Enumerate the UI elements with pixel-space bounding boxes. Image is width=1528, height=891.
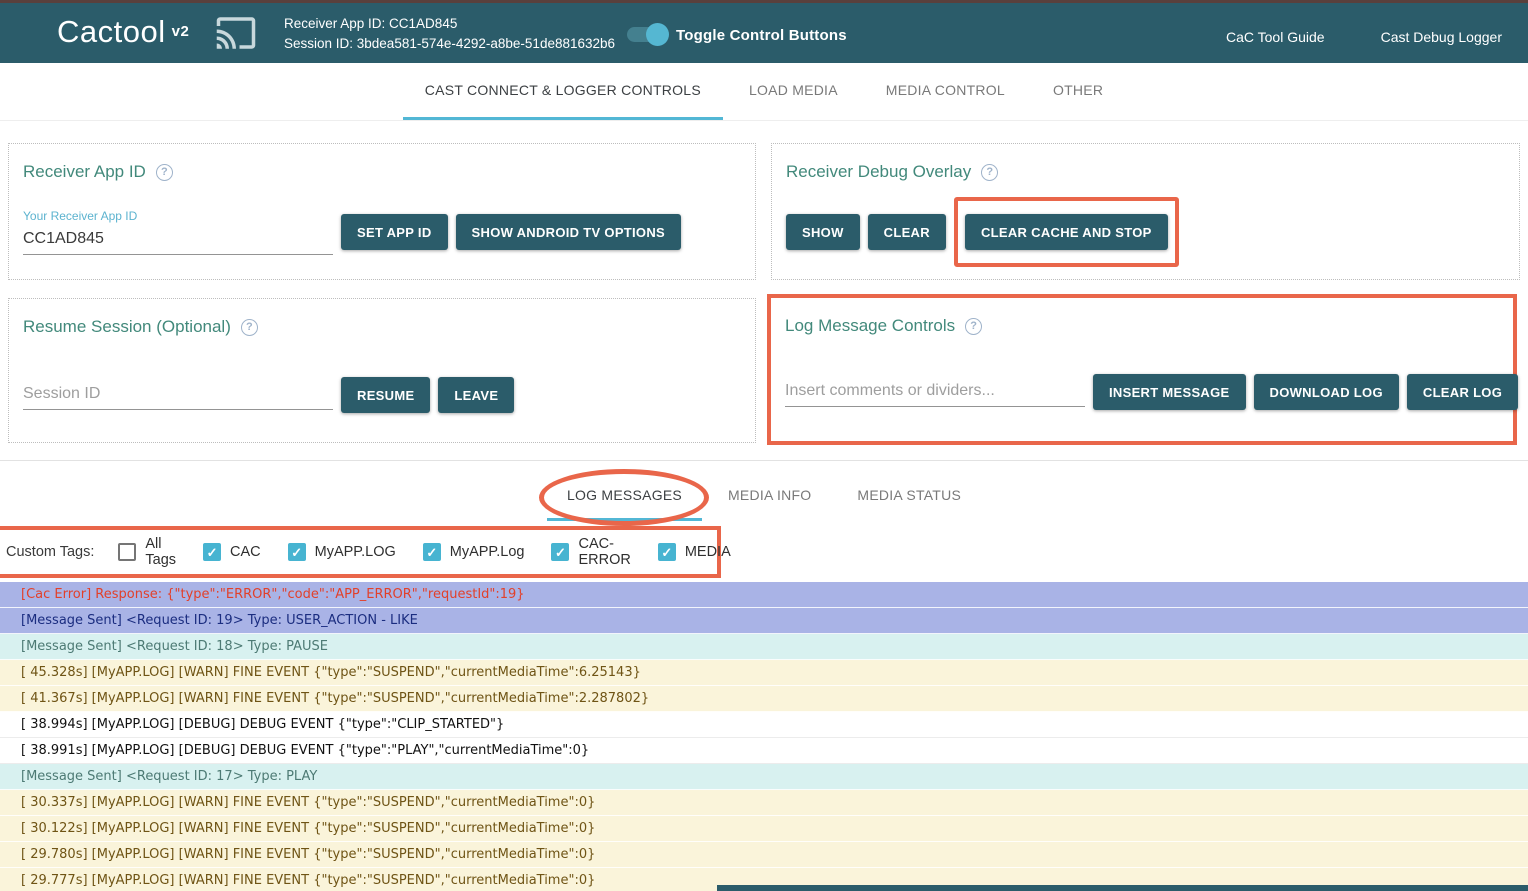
custom-tag-myapp-log[interactable]: ✓ MyAPP.Log	[423, 543, 525, 561]
log-row: [Message Sent] <Request ID: 17> Type: PL…	[0, 764, 1528, 790]
tab-media-control[interactable]: MEDIA CONTROL	[864, 63, 1027, 120]
custom-tags-list: All Tags ✓ CAC ✓ MyAPP.LOG ✓ MyAPP.Log ✓ CAC-ERR…	[118, 536, 730, 568]
help-icon[interactable]: ?	[965, 318, 982, 335]
custom-tag-label: CAC	[230, 544, 261, 560]
cactool-page: Cactool v2 Receiver App ID: CC1AD845 Sess…	[0, 0, 1528, 891]
cac-tool-guide-link[interactable]: CaC Tool Guide	[1226, 29, 1325, 45]
app-title: Cactool v2	[57, 14, 189, 50]
checkbox-unchecked-icon[interactable]	[118, 543, 136, 561]
app-name: Cactool	[57, 14, 166, 49]
help-icon[interactable]: ?	[981, 164, 998, 181]
log-message-list: [Cac Error] Response: {"type":"ERROR","c…	[0, 582, 1528, 891]
main-tab-bar: CAST CONNECT & LOGGER CONTROLS LOAD MEDI…	[0, 63, 1528, 121]
log-row: [ 45.328s] [MyAPP.LOG] [WARN] FINE EVENT…	[0, 660, 1528, 686]
checkbox-checked-icon[interactable]: ✓	[658, 543, 676, 561]
custom-tag-label: MyAPP.Log	[450, 544, 525, 560]
toggle-control-buttons-switch[interactable]	[627, 27, 665, 42]
clear-overlay-button[interactable]: CLEAR	[868, 214, 946, 250]
toggle-knob[interactable]	[646, 23, 669, 46]
help-icon[interactable]: ?	[241, 319, 258, 336]
insert-comment-input[interactable]	[785, 377, 1085, 407]
insert-message-button[interactable]: INSERT MESSAGE	[1093, 374, 1246, 410]
download-log-button[interactable]: DOWNLOAD LOG	[1254, 374, 1399, 410]
custom-tags-label: Custom Tags:	[6, 544, 94, 560]
show-overlay-button[interactable]: SHOW	[786, 214, 860, 250]
receiver-app-id-panel-title: Receiver App ID	[23, 162, 146, 182]
log-message-controls-panel-title: Log Message Controls	[785, 316, 955, 336]
log-row: [ 30.122s] [MyAPP.LOG] [WARN] FINE EVENT…	[0, 816, 1528, 842]
bottom-teal-strip	[717, 885, 1528, 891]
tab-media-info[interactable]: MEDIA INFO	[708, 471, 831, 521]
log-row: [ 30.337s] [MyAPP.LOG] [WARN] FINE EVENT…	[0, 790, 1528, 816]
custom-tag-label: MyAPP.LOG	[315, 544, 396, 560]
app-header: Cactool v2 Receiver App ID: CC1AD845 Sess…	[0, 3, 1528, 63]
checkbox-checked-icon[interactable]: ✓	[288, 543, 306, 561]
log-row: [ 29.780s] [MyAPP.LOG] [WARN] FINE EVENT…	[0, 842, 1528, 868]
tab-cast-connect-logger-controls[interactable]: CAST CONNECT & LOGGER CONTROLS	[403, 63, 723, 120]
show-android-tv-options-button[interactable]: SHOW ANDROID TV OPTIONS	[456, 214, 681, 250]
annotation-rect-clear-cache: CLEAR CACHE AND STOP	[954, 197, 1179, 267]
chromecast-icon	[212, 12, 260, 54]
resume-session-panel-title: Resume Session (Optional)	[23, 317, 231, 337]
tab-other[interactable]: OTHER	[1031, 63, 1125, 120]
resume-button[interactable]: RESUME	[341, 377, 430, 413]
clear-log-button[interactable]: CLEAR LOG	[1407, 374, 1518, 410]
custom-tag-all-tags[interactable]: All Tags	[118, 536, 176, 568]
clear-cache-and-stop-button[interactable]: CLEAR CACHE AND STOP	[965, 214, 1168, 250]
custom-tag-label: CAC-ERROR	[578, 536, 630, 568]
custom-tag-cac[interactable]: ✓ CAC	[203, 543, 261, 561]
custom-tag-cac-error[interactable]: ✓ CAC-ERROR	[551, 536, 630, 568]
tab-load-media[interactable]: LOAD MEDIA	[727, 63, 860, 120]
receiver-app-id-text: Receiver App ID: CC1AD845	[284, 14, 615, 34]
checkbox-checked-icon[interactable]: ✓	[551, 543, 569, 561]
log-row: [Message Sent] <Request ID: 18> Type: PA…	[0, 634, 1528, 660]
log-row: [Message Sent] <Request ID: 19> Type: US…	[0, 608, 1528, 634]
log-message-controls-panel: Log Message Controls? INSERT MESSAGE DOW…	[767, 294, 1517, 445]
log-tab-bar: LOG MESSAGES MEDIA INFO MEDIA STATUS	[0, 471, 1528, 521]
receiver-debug-overlay-panel: Receiver Debug Overlay? SHOW CLEAR CLEAR…	[771, 143, 1520, 280]
toggle-control-buttons-label: Toggle Control Buttons	[676, 27, 847, 44]
custom-tags-bar: Custom Tags: All Tags ✓ CAC ✓ MyAPP.LOG ✓ MyAP…	[0, 526, 721, 578]
resume-session-panel: Resume Session (Optional)? RESUME LEAVE	[8, 298, 756, 443]
custom-tag-label: MEDIA	[685, 544, 731, 560]
log-row: [ 38.991s] [MyAPP.LOG] [DEBUG] DEBUG EVE…	[0, 738, 1528, 764]
tab-media-status[interactable]: MEDIA STATUS	[837, 471, 981, 521]
session-info: Receiver App ID: CC1AD845 Session ID: 3b…	[284, 14, 615, 54]
tab-log-messages[interactable]: LOG MESSAGES	[547, 471, 702, 521]
leave-button[interactable]: LEAVE	[438, 377, 514, 413]
checkbox-checked-icon[interactable]: ✓	[423, 543, 441, 561]
custom-tag-label: All Tags	[145, 536, 176, 568]
log-row: [Cac Error] Response: {"type":"ERROR","c…	[0, 582, 1528, 608]
set-app-id-button[interactable]: SET APP ID	[341, 214, 448, 250]
custom-tag-myapp-log[interactable]: ✓ MyAPP.LOG	[288, 543, 396, 561]
custom-tag-media[interactable]: ✓ MEDIA	[658, 543, 731, 561]
receiver-app-id-panel: Receiver App ID? Your Receiver App ID SE…	[8, 143, 756, 280]
help-icon[interactable]: ?	[156, 164, 173, 181]
cast-debug-logger-link[interactable]: Cast Debug Logger	[1381, 29, 1502, 45]
app-version: v2	[172, 23, 190, 40]
receiver-debug-overlay-panel-title: Receiver Debug Overlay	[786, 162, 971, 182]
checkbox-checked-icon[interactable]: ✓	[203, 543, 221, 561]
section-divider	[0, 460, 1528, 461]
session-id-text: Session ID: 3bdea581-574e-4292-a8be-51de…	[284, 34, 615, 54]
session-id-input[interactable]	[23, 380, 333, 410]
log-row: [ 41.367s] [MyAPP.LOG] [WARN] FINE EVENT…	[0, 686, 1528, 712]
log-row: [ 38.994s] [MyAPP.LOG] [DEBUG] DEBUG EVE…	[0, 712, 1528, 738]
receiver-app-id-input[interactable]	[23, 225, 333, 255]
receiver-app-id-input-label: Your Receiver App ID	[23, 209, 333, 223]
